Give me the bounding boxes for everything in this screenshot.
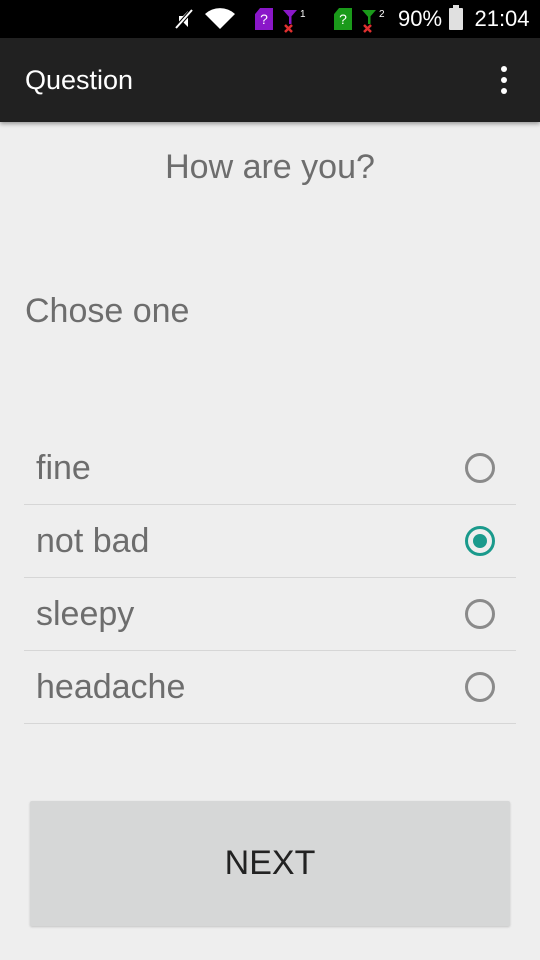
option-sleepy[interactable]: sleepy — [24, 578, 516, 651]
option-fine[interactable]: fine — [24, 432, 516, 505]
sim2-icon: ? — [332, 0, 354, 38]
radio-button[interactable] — [465, 599, 495, 629]
radio-button[interactable] — [465, 453, 495, 483]
signal-2-icon: 2 — [358, 0, 386, 38]
option-label: headache — [36, 668, 186, 706]
option-headache[interactable]: headache — [24, 651, 516, 724]
app-title: Question — [25, 65, 134, 95]
mute-icon — [172, 0, 196, 38]
more-vertical-icon[interactable] — [484, 56, 524, 104]
clock: 21:04 — [474, 6, 530, 31]
status-bar: ? 1 ? 2 90% 21:04 — [0, 0, 540, 38]
radio-button[interactable] — [465, 672, 495, 702]
sim1-icon: ? — [253, 0, 275, 38]
option-not-bad[interactable]: not bad — [24, 505, 516, 578]
app-bar: Question — [0, 38, 540, 122]
battery-icon — [447, 0, 465, 38]
signal-2-index: 2 — [379, 9, 385, 20]
sim2-label: ? — [334, 8, 352, 30]
question-title: How are you? — [165, 148, 375, 186]
options-radio-group: fine not bad sleepy headache — [24, 432, 516, 724]
wifi-icon — [203, 0, 237, 38]
sim1-label: ? — [255, 8, 273, 30]
option-label: not bad — [36, 522, 150, 560]
battery-percent: 90% — [397, 6, 443, 31]
option-label: sleepy — [36, 595, 135, 633]
signal-1-icon: 1 — [279, 0, 307, 38]
option-label: fine — [36, 449, 91, 487]
signal-1-index: 1 — [300, 9, 306, 20]
radio-button[interactable] — [465, 526, 495, 556]
instruction-label: Chose one — [25, 292, 190, 330]
next-button[interactable]: NEXT — [30, 801, 510, 926]
